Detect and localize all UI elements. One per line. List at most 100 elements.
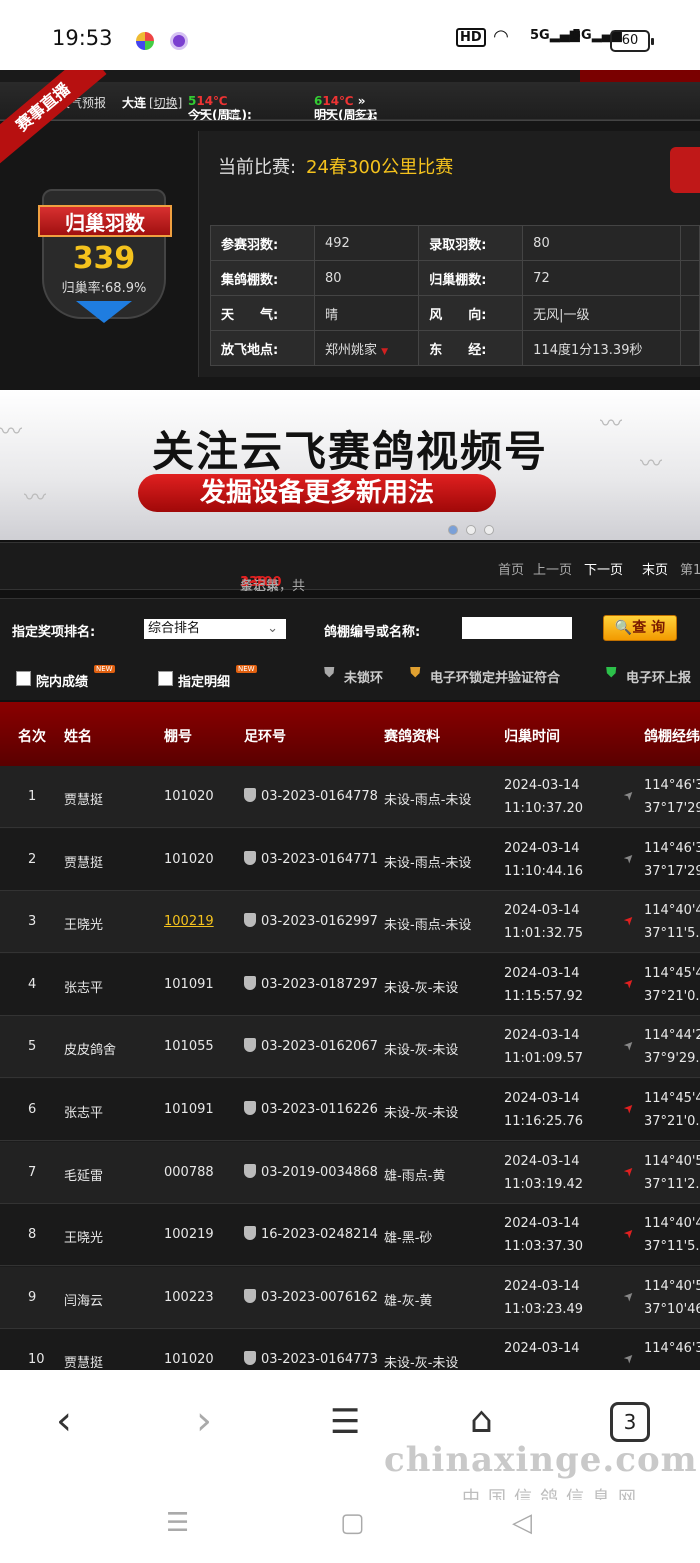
cell-name: 闫海云 <box>64 1293 104 1309</box>
cell-time: 11:16:25.76 <box>504 1114 584 1129</box>
table-row[interactable]: 2 贾慧挺 101020 03-2023-0164771 未设-雨点-未设 2024-03… <box>0 828 700 891</box>
cell-ring: 03-2023-0164771 <box>261 851 378 867</box>
cell-loft: 101020 <box>164 851 214 867</box>
col-rank: 名次 <box>18 729 46 745</box>
tabs-button[interactable]: 3 <box>610 1402 650 1442</box>
unlocked-shield-icon <box>244 850 256 865</box>
banner-dot[interactable] <box>484 525 494 535</box>
race-info-row: 参赛羽数: 492 录取羽数: 80 <box>210 225 700 261</box>
back-button-icon[interactable]: ◁ <box>512 1508 532 1538</box>
race-action-button[interactable] <box>670 147 700 193</box>
cell-longitude: 114°40'5 <box>644 1278 700 1294</box>
cell-name: 毛延雷 <box>64 1168 104 1184</box>
cell-name: 王晓光 <box>64 918 104 934</box>
cell-date: 2024-03-14 <box>504 840 580 856</box>
cell-latitude: 37°17'29 <box>644 863 700 879</box>
banner-pagination[interactable] <box>448 520 502 539</box>
chevron-down-icon: ⌄ <box>267 621 278 636</box>
race-info-table: 参赛羽数: 492 录取羽数: 80 集鸽棚数: 80 归巢棚数: 72 天 气… <box>210 225 700 366</box>
direction-arrow-icon: ➤ <box>620 1162 638 1180</box>
table-row[interactable]: 4 张志平 101091 03-2023-0187297 未设-灰-未设 2024-03-… <box>0 953 700 1016</box>
col-coords: 鸽棚经纬 <box>644 729 700 745</box>
unlocked-shield-icon <box>244 1163 256 1178</box>
back-icon[interactable]: ‹ <box>56 1398 72 1444</box>
cell-longitude: 114°45'4 <box>644 1091 700 1106</box>
pager-page-link[interactable]: 第1 <box>680 559 700 578</box>
watermark-domain: chinaxinge.com <box>384 1440 698 1480</box>
pagination-bar: 显示第 1-100 条记录，共 339 条记录 首页 上一页 下一页 末页 第1 <box>0 542 700 594</box>
award-select[interactable]: 综合排名 ⌄ <box>144 619 286 639</box>
table-row[interactable]: 7 毛延雷 000788 03-2019-0034868 雄-雨点-黄 2024-03-1… <box>0 1141 700 1204</box>
cell-loft: 101091 <box>164 1102 214 1117</box>
banner-subtitle: 发掘设备更多新用法 <box>138 474 496 512</box>
table-row[interactable]: 5 皮皮鸽舍 101055 03-2023-0162067 未设-灰-未设 2024-03… <box>0 1016 700 1079</box>
home-button-icon[interactable]: ▢ <box>340 1508 365 1538</box>
query-button[interactable]: 🔍查 询 <box>603 615 677 641</box>
banner-dot[interactable] <box>448 525 458 535</box>
home-results-label: 院内成绩 <box>36 675 89 690</box>
info-value: 72 <box>522 260 682 296</box>
banner-dot[interactable] <box>466 525 476 535</box>
pager-prev-link[interactable]: 上一页 <box>533 559 572 578</box>
table-row[interactable]: 6 张志平 101091 03-2023-0116226 未设-灰-未设 2024-03-… <box>0 1079 700 1141</box>
menu-icon[interactable]: ☰ <box>330 1402 360 1442</box>
detail-checkbox[interactable] <box>158 671 173 686</box>
filter-panel: 指定奖项排名: 综合排名 ⌄ 鸽棚编号或名称: 🔍查 询 院内成绩 NEW 指定明… <box>0 598 700 700</box>
cell-info: 未设-灰-未设 <box>384 1106 459 1121</box>
cell-longitude: 114°40'5 <box>644 1153 700 1169</box>
direction-arrow-icon: ➤ <box>620 849 638 867</box>
live-race-panel: 赛事直播 归巢羽数 339 归巢率:68.9% 当前比赛: 24春300公里比赛… <box>0 70 700 390</box>
cell-rank: 4 <box>28 976 37 992</box>
site-nav-active-tab[interactable] <box>580 70 700 82</box>
table-row[interactable]: 3 王晓光 100219 03-2023-0162997 未设-雨点-未设 2024-03… <box>0 891 700 954</box>
pager-next-link[interactable]: 下一页 <box>584 559 623 578</box>
cell-ring: 03-2023-0116226 <box>261 1102 378 1117</box>
home-results-checkbox[interactable] <box>16 671 31 686</box>
col-loft: 棚号 <box>164 729 192 745</box>
table-row[interactable]: 10 贾慧挺 101020 03-2023-0164773 未设-灰-未设 2024-03… <box>0 1329 700 1370</box>
info-key: 东 经: <box>418 330 524 366</box>
direction-arrow-icon: ➤ <box>620 786 638 804</box>
home-rate: 归巢率:68.9% <box>61 281 147 296</box>
forward-icon[interactable]: › <box>196 1398 212 1444</box>
unlocked-shield-icon: ⛊ <box>324 665 335 681</box>
home-icon[interactable]: ⌂ <box>470 1400 493 1441</box>
cell-latitude: 37°11'5.8 <box>644 1239 700 1255</box>
cell-rank: 9 <box>28 1289 37 1305</box>
cell-name: 张志平 <box>64 1106 104 1121</box>
table-row[interactable]: 1 贾慧挺 101020 03-2023-0164778 未设-雨点-未设 2024-03… <box>0 766 700 828</box>
recent-apps-icon[interactable]: ☰ <box>166 1508 189 1538</box>
cell-info: 未设-雨点-未设 <box>384 918 472 934</box>
cell-info: 未设-灰-未设 <box>384 980 459 996</box>
table-row[interactable]: 9 闫海云 100223 03-2023-0076162 雄-灰-黄 2024-03-14… <box>0 1266 700 1329</box>
system-nav-bar: ☰ ▢ ◁ <box>0 1500 700 1563</box>
cell-rank: 6 <box>28 1102 37 1117</box>
new-badge: NEW <box>236 665 257 673</box>
cell-latitude: 37°21'0.7 <box>644 1114 700 1129</box>
info-key: 放飞地点: <box>210 330 315 366</box>
pager-first-link[interactable]: 首页 <box>498 559 524 578</box>
cell-longitude: 114°46'3 <box>644 1341 700 1357</box>
cell-loft[interactable]: 100219 <box>164 914 214 929</box>
cell-info: 雄-灰-黄 <box>384 1293 433 1309</box>
weather-switch-link[interactable]: [切换] <box>149 94 182 111</box>
cell-date: 2024-03-14 <box>504 778 580 793</box>
info-value: 114度1分13.39秒 <box>522 330 682 366</box>
cell-latitude: 37°10'46 <box>644 1301 700 1317</box>
cell-loft: 100219 <box>164 1227 214 1243</box>
loft-search-input[interactable] <box>462 617 572 639</box>
web-page: ☁ 天气预报 大连 [切换] 今天(周二): 5~14℃晴 明天(周三): 6~… <box>0 70 700 1370</box>
table-row[interactable]: 8 王晓光 100219 16-2023-0248214 雄-黑-砂 2024-03-14… <box>0 1204 700 1267</box>
cell-name: 皮皮鸽舍 <box>64 1043 117 1059</box>
search-icon: 🔍 <box>614 620 633 636</box>
home-count-value: 339 <box>72 241 136 276</box>
wifi-icon: ◠ <box>494 26 508 47</box>
cell-time: 11:01:32.75 <box>504 926 584 942</box>
cell-time: 11:10:44.16 <box>504 863 584 879</box>
pager-last-link[interactable]: 末页 <box>642 559 668 578</box>
cell-ring: 16-2023-0248214 <box>261 1227 378 1243</box>
direction-arrow-icon: ➤ <box>620 1036 638 1054</box>
col-ring: 足环号 <box>244 729 286 745</box>
promo-banner[interactable]: 〰 〰 〰 〰 关注云飞赛鸽视频号 发掘设备更多新用法 <box>0 390 700 540</box>
cell-date: 2024-03-14 <box>504 1216 580 1232</box>
